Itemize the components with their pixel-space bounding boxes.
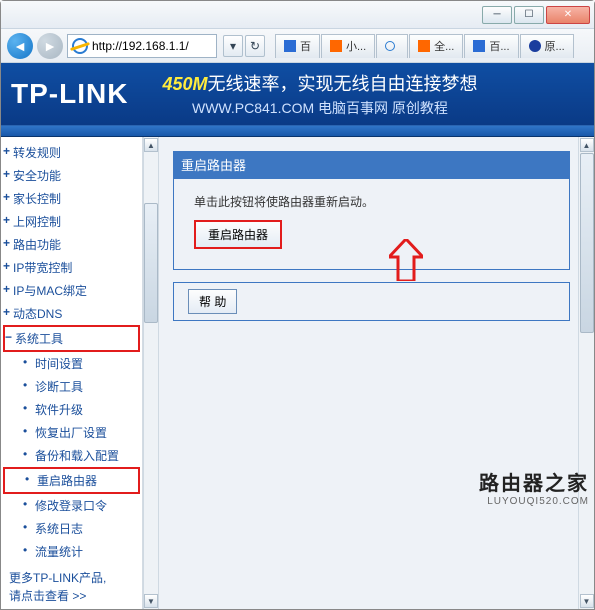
sidebar-item-access[interactable]: 上网控制 <box>3 210 140 233</box>
sidebar-item-parental[interactable]: 家长控制 <box>3 187 140 210</box>
tab-3[interactable]: 全... <box>409 34 463 58</box>
tab-5[interactable]: 原... <box>520 34 574 58</box>
annotation-arrow-icon <box>389 239 423 281</box>
sidebar-item-reboot[interactable]: 重启路由器 <box>3 467 140 494</box>
banner-subline: WWW.PC841.COM 电脑百事网 原创教程 <box>162 98 477 118</box>
browser-toolbar: ◄ ► http://192.168.1.1/ ▾ ↻ 百 小... 全... … <box>1 29 594 63</box>
panel-body: 单击此按钮将使路由器重新启动。 重启路由器 <box>173 178 570 270</box>
sidebar-item-ddns[interactable]: 动态DNS <box>3 302 140 325</box>
sidebar-item-routing[interactable]: 路由功能 <box>3 233 140 256</box>
sidebar-item-diagnostic[interactable]: 诊断工具 <box>3 375 140 398</box>
favicon-baidu <box>473 40 485 52</box>
sidebar-item-syslog[interactable]: 系统日志 <box>3 517 140 540</box>
favicon-mi <box>418 40 430 52</box>
scroll-up-icon[interactable]: ▲ <box>580 138 594 152</box>
url-text: http://192.168.1.1/ <box>92 39 189 53</box>
sidebar-item-time[interactable]: 时间设置 <box>3 352 140 375</box>
forward-button[interactable]: ► <box>37 33 63 59</box>
refresh-button[interactable]: ↻ <box>245 35 265 57</box>
main-scrollbar[interactable]: ▲ ▼ <box>578 137 594 609</box>
favicon-ie <box>385 41 395 51</box>
tab-strip: 百 小... 全... 百... 原... <box>275 34 588 58</box>
sidebar-item-systools[interactable]: 系统工具 <box>3 325 140 352</box>
sidebar-item-bandwidth[interactable]: IP带宽控制 <box>3 256 140 279</box>
scroll-up-icon[interactable]: ▲ <box>144 138 158 152</box>
window-titlebar: ─ ☐ ✕ <box>1 1 594 29</box>
close-button[interactable]: ✕ <box>546 6 590 24</box>
sidebar: 转发规则 安全功能 家长控制 上网控制 路由功能 IP带宽控制 IP与MAC绑定… <box>1 137 143 609</box>
favicon-baidu <box>284 40 296 52</box>
sidebar-footer[interactable]: 更多TP-LINK产品, 请点击查看 >> <box>3 563 140 605</box>
sidebar-item-traffic[interactable]: 流量统计 <box>3 540 140 563</box>
reboot-button[interactable]: 重启路由器 <box>194 220 282 249</box>
watermark: 路由器之家 LUYOUQI520.COM <box>479 467 589 507</box>
scroll-down-icon[interactable]: ▼ <box>580 594 594 608</box>
sidebar-item-backup[interactable]: 备份和载入配置 <box>3 444 140 467</box>
help-button[interactable]: 帮 助 <box>188 289 237 314</box>
sidebar-scroll-thumb[interactable] <box>144 203 158 323</box>
sidebar-item-factory[interactable]: 恢复出厂设置 <box>3 421 140 444</box>
tab-2[interactable] <box>376 34 408 58</box>
sidebar-item-security[interactable]: 安全功能 <box>3 164 140 187</box>
ie-icon <box>72 38 88 54</box>
main-scroll-thumb[interactable] <box>580 153 594 333</box>
tab-1[interactable]: 小... <box>321 34 375 58</box>
help-row: 帮 助 <box>173 282 570 321</box>
banner-headline: 450M无线速率，实现无线自由连接梦想 <box>162 70 477 96</box>
tab-4[interactable]: 百... <box>464 34 518 58</box>
dropdown-button[interactable]: ▾ <box>223 35 243 57</box>
address-bar[interactable]: http://192.168.1.1/ <box>67 34 217 58</box>
logo: TP-LINK <box>11 78 128 110</box>
panel-title: 重启路由器 <box>173 151 570 178</box>
banner-divider <box>1 125 594 137</box>
banner: TP-LINK 450M无线速率，实现无线自由连接梦想 WWW.PC841.CO… <box>1 63 594 125</box>
maximize-button[interactable]: ☐ <box>514 6 544 24</box>
sidebar-item-password[interactable]: 修改登录口令 <box>3 494 140 517</box>
sidebar-item-upgrade[interactable]: 软件升级 <box>3 398 140 421</box>
reboot-hint: 单击此按钮将使路由器重新启动。 <box>194 193 549 210</box>
sidebar-item-ipmac[interactable]: IP与MAC绑定 <box>3 279 140 302</box>
favicon-info <box>529 40 541 52</box>
tab-0[interactable]: 百 <box>275 34 320 58</box>
scroll-down-icon[interactable]: ▼ <box>144 594 158 608</box>
minimize-button[interactable]: ─ <box>482 6 512 24</box>
back-button[interactable]: ◄ <box>7 33 33 59</box>
sidebar-item-forwarding[interactable]: 转发规则 <box>3 141 140 164</box>
favicon-mi <box>330 40 342 52</box>
main-content: 重启路由器 单击此按钮将使路由器重新启动。 重启路由器 帮 助 <box>159 137 578 609</box>
sidebar-scrollbar[interactable]: ▲ ▼ <box>143 137 159 609</box>
